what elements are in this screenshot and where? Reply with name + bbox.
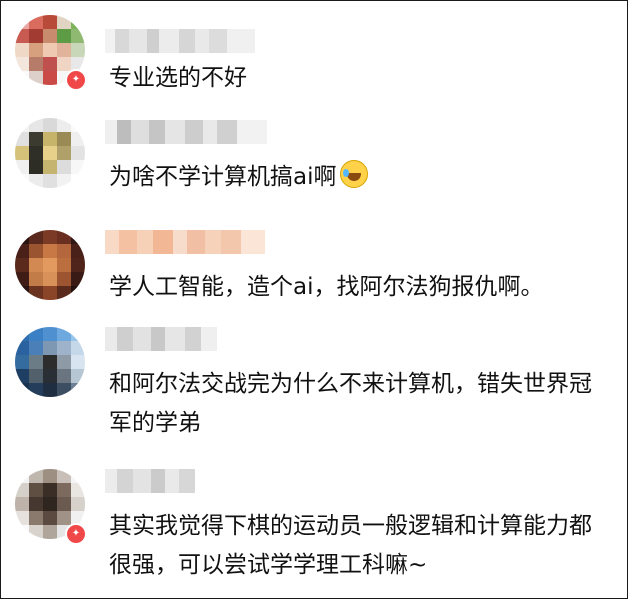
comment-item[interactable]: ✦ 专业选的不好 [1,15,627,103]
comment-item[interactable]: 为啥不学计算机搞ai啊 [1,118,627,210]
comment-list: ✦ 专业选的不好 为啥不学计算机搞ai啊 学人工智能，造个ai，找阿尔法狗报仇啊… [0,0,628,599]
avatar-image [15,118,85,188]
username-blurred[interactable] [105,230,265,254]
comment-text-content: 为啥不学计算机搞ai啊 [109,164,337,190]
comment-text: 专业选的不好 [109,59,613,98]
avatar[interactable] [15,118,85,188]
comment-text: 学人工智能，造个ai，找阿尔法狗报仇啊。 [109,268,613,307]
comment-text: 其实我觉得下棋的运动员一般逻辑和计算能力都很强，可以尝试学学理工科嘛~ [109,507,613,585]
verified-badge-icon: ✦ [65,523,87,545]
comment-text: 为啥不学计算机搞ai啊 [109,158,613,197]
avatar[interactable] [15,230,85,300]
verified-badge-icon: ✦ [65,69,87,91]
comment-item[interactable]: 和阿尔法交战完为什么不来计算机，错失世界冠军的学弟 [1,327,627,453]
username-blurred[interactable] [105,120,267,144]
avatar-image [15,327,85,397]
avatar[interactable] [15,327,85,397]
laughing-tears-emoji-icon [340,160,369,188]
username-blurred[interactable] [105,469,195,493]
username-blurred[interactable] [105,29,255,53]
avatar-image [15,230,85,300]
comment-item[interactable]: 学人工智能，造个ai，找阿尔法狗报仇啊。 [1,230,627,318]
comment-text: 和阿尔法交战完为什么不来计算机，错失世界冠军的学弟 [109,365,613,443]
username-blurred[interactable] [105,327,217,351]
comment-text-content: 专业选的不好 [109,65,247,91]
comment-text-content: 和阿尔法交战完为什么不来计算机，错失世界冠军的学弟 [109,371,592,436]
comment-item[interactable]: ✦ 其实我觉得下棋的运动员一般逻辑和计算能力都很强，可以尝试学学理工科嘛~ [1,469,627,589]
comment-text-content: 其实我觉得下棋的运动员一般逻辑和计算能力都很强，可以尝试学学理工科嘛~ [109,513,592,578]
comment-text-content: 学人工智能，造个ai，找阿尔法狗报仇啊。 [109,274,544,300]
